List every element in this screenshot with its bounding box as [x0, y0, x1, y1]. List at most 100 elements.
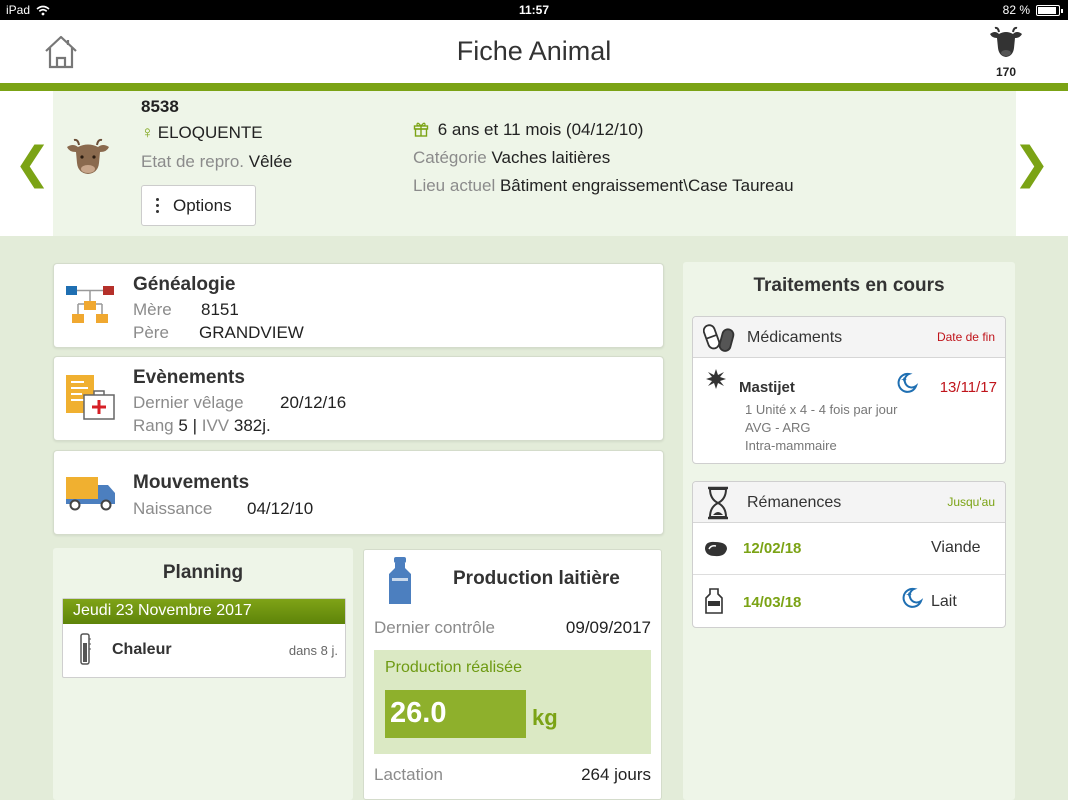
medication-quarters: AVG - ARG	[745, 420, 811, 435]
category-label: Catégorie	[413, 148, 487, 167]
pills-icon	[703, 324, 735, 352]
animal-summary: ❮ 8538 ♀ ELOQUENTE Etat de repro. Vêlée O…	[0, 91, 1068, 236]
night-moon-icon	[897, 372, 919, 393]
planning-date: Jeudi 23 Novembre 2017	[63, 599, 345, 624]
birth-value: 04/12/10	[247, 499, 314, 518]
remanence-milk-date: 14/03/18	[743, 594, 802, 611]
animal-name: ELOQUENTE	[157, 123, 263, 142]
milk-bottle-icon	[705, 588, 723, 614]
production-value: 26.0	[385, 690, 526, 738]
medications-card[interactable]: Médicaments Date de fin Mastijet 13/11/1…	[692, 316, 1006, 464]
rank-ivv-row: Rang 5 | IVV 382j.	[133, 416, 271, 436]
animal-age: 6 ans et 11 mois (04/12/10)	[437, 120, 644, 139]
location-value: Bâtiment engraissement\Case Taureau	[499, 176, 794, 195]
events-medical-kit-icon	[66, 375, 115, 420]
last-calving-label: Dernier vêlage	[133, 393, 244, 412]
status-time: 11:57	[518, 3, 550, 17]
options-button[interactable]: Options	[141, 185, 256, 226]
meat-icon	[705, 541, 727, 557]
events-card[interactable]: Evènements Dernier vêlage 20/12/16 Rang 5…	[53, 356, 664, 441]
medications-label: Médicaments	[747, 329, 843, 346]
status-bar: iPad 11:57 82 %	[0, 0, 1068, 20]
battery-percent: 82 %	[1002, 3, 1030, 17]
milk-can-icon	[389, 557, 411, 604]
truck-icon	[66, 477, 115, 511]
previous-animal-chevron-icon[interactable]: ❮	[14, 138, 51, 189]
production-realised-label: Production réalisée	[385, 659, 522, 676]
mother-label: Mère	[133, 300, 172, 319]
treatments-title: Traitements en cours	[753, 275, 945, 296]
ivv-label: IVV	[201, 416, 230, 435]
hourglass-icon	[708, 486, 728, 520]
remanence-meat-type: Viande	[931, 539, 981, 556]
remanence-meat-date: 12/02/18	[743, 540, 802, 557]
night-moon-icon	[902, 587, 924, 608]
movements-card[interactable]: Mouvements Naissance 04/12/10	[53, 450, 664, 535]
repro-state-row: Etat de repro. Vêlée	[141, 152, 292, 172]
animal-name-row: ♀ ELOQUENTE	[141, 123, 263, 143]
ivv-value: 382j.	[233, 416, 271, 435]
last-calving-value: 20/12/16	[280, 393, 347, 412]
last-control-row: Dernier contrôle 09/09/2017	[374, 618, 651, 638]
repro-state-label: Etat de repro.	[141, 152, 245, 171]
treatments-panel: Traitements en cours Médicaments Date de…	[683, 262, 1015, 800]
medication-details: 1 Unité x 4 - 4 fois par jour AVG - ARG …	[745, 401, 897, 455]
location-row: Lieu actuel Bâtiment engraissement\Case …	[413, 176, 794, 196]
lactation-row: Lactation 264 jours	[374, 765, 651, 785]
genealogy-tree-icon	[66, 286, 114, 323]
medication-route: Intra-mammaire	[745, 438, 837, 453]
events-title: Evènements	[133, 367, 245, 388]
category-value: Vaches laitières	[491, 148, 611, 167]
herd-count: 170	[995, 65, 1017, 79]
cow-head-icon	[990, 26, 1022, 57]
father-row: Père GRANDVIEW	[133, 323, 304, 343]
genealogy-title: Généalogie	[133, 274, 236, 295]
animal-id: 8538	[141, 97, 179, 116]
female-icon: ♀	[141, 123, 154, 142]
remanence-row-meat[interactable]: 12/02/18 Viande	[693, 524, 1005, 575]
remanence-row-milk[interactable]: 14/03/18 Lait	[693, 576, 1005, 627]
thermometer-icon	[80, 633, 91, 665]
remanences-label: Rémanences	[747, 494, 842, 511]
medication-dosage: 1 Unité x 4 - 4 fois par jour	[745, 402, 898, 417]
app-header: Fiche Animal 170	[0, 20, 1068, 83]
more-vertical-icon	[156, 198, 159, 213]
last-calving-row: Dernier vêlage 20/12/16	[133, 393, 346, 413]
animal-info-panel: 8538 ♀ ELOQUENTE Etat de repro. Vêlée Opt…	[53, 91, 1016, 236]
remanences-until-label: Jusqu'au	[947, 495, 995, 509]
medication-end-date: 13/11/17	[939, 379, 997, 396]
milk-production-card[interactable]: Production laitière Dernier contrôle 09/…	[363, 549, 662, 800]
gift-icon	[413, 120, 434, 139]
battery-icon	[1036, 4, 1063, 16]
location-label: Lieu actuel	[413, 176, 496, 195]
father-label: Père	[133, 323, 169, 342]
header-accent-bar	[0, 83, 1068, 91]
herd-button[interactable]: 170	[986, 26, 1026, 79]
genealogy-card[interactable]: Généalogie Mère 8151 Père GRANDVIEW	[53, 263, 664, 348]
birth-label: Naissance	[133, 499, 213, 518]
burst-icon	[706, 369, 726, 389]
animal-age-row: 6 ans et 11 mois (04/12/10)	[413, 120, 643, 140]
planning-item[interactable]: Jeudi 23 Novembre 2017 Chaleur dans 8 j.	[62, 598, 346, 678]
movements-title: Mouvements	[133, 472, 250, 493]
rank-separator: |	[192, 416, 197, 435]
father-value: GRANDVIEW	[199, 323, 304, 342]
remanence-milk-type: Lait	[931, 593, 957, 610]
planning-delay: dans 8 j.	[288, 643, 338, 658]
next-animal-chevron-icon[interactable]: ❯	[1013, 138, 1050, 189]
lactation-value: 264 jours	[581, 765, 651, 784]
medication-name: Mastijet	[739, 379, 795, 396]
medications-header: Médicaments Date de fin	[693, 317, 1005, 358]
mother-row: Mère 8151	[133, 300, 239, 320]
medications-end-date-label: Date de fin	[936, 330, 995, 344]
planning-event: Chaleur	[112, 641, 172, 658]
last-control-label: Dernier contrôle	[374, 618, 495, 637]
remanences-card[interactable]: Rémanences Jusqu'au 12/02/18 Viande 14/0…	[692, 481, 1006, 628]
remanences-header: Rémanences Jusqu'au	[693, 482, 1005, 523]
page-title: Fiche Animal	[456, 36, 612, 66]
planning-title: Planning	[162, 562, 244, 583]
options-label: Options	[173, 195, 232, 215]
milk-production-title: Production laitière	[453, 568, 620, 589]
category-row: Catégorie Vaches laitières	[413, 148, 610, 168]
lactation-label: Lactation	[374, 765, 443, 784]
